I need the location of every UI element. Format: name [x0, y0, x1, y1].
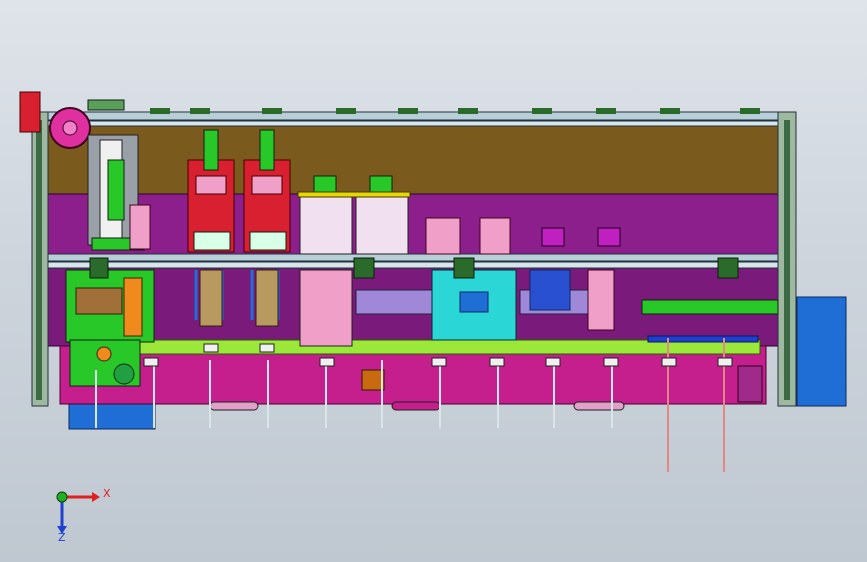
bottom-slot-left — [209, 401, 259, 411]
y-axis-origin-icon — [56, 491, 68, 503]
top-belt — [87, 99, 125, 111]
left-orange-knob — [96, 346, 112, 362]
right-green-conveyor — [641, 299, 779, 315]
orange-drop — [361, 369, 385, 391]
left-pink-block — [129, 204, 151, 250]
machine-assembly-drawing[interactable] — [0, 0, 867, 562]
magenta-gear-2 — [597, 227, 621, 247]
top-rail-lower — [47, 120, 783, 127]
red-cylinder-2-inner — [251, 175, 283, 195]
left-red-bracket — [19, 91, 41, 133]
blue-small-block — [459, 291, 489, 313]
red-cylinder-1-base — [193, 231, 231, 251]
red-cylinder-1-green — [203, 129, 219, 171]
coordinate-triad[interactable] — [56, 491, 100, 534]
cylinder-1-lower — [199, 269, 223, 327]
right-frame-post-dark — [784, 120, 790, 400]
pink-lower-stack — [299, 269, 353, 347]
upper-brown-panel — [37, 117, 783, 195]
left-frame-post-dark — [36, 120, 42, 400]
right-side-blue-plate — [796, 296, 847, 407]
red-cylinder-2-base — [249, 231, 287, 251]
bottom-slot-right — [573, 401, 625, 411]
left-tan-block — [75, 287, 123, 315]
cad-viewport[interactable]: X Z — [0, 0, 867, 562]
left-pink-pulley-hub — [62, 120, 78, 136]
bottom-blue-block — [68, 403, 156, 430]
left-round-cap — [113, 363, 135, 385]
cylinder-2-lower — [255, 269, 279, 327]
yellow-bar-top — [297, 191, 411, 198]
magenta-base-plate — [59, 345, 767, 405]
x-axis-label: X — [103, 487, 111, 500]
bottom-slot-middle — [391, 401, 441, 411]
white-cylinder-4 — [355, 193, 409, 255]
blue-block-right — [529, 269, 571, 311]
pink-box-1 — [425, 217, 461, 255]
x-axis-arrowhead — [92, 492, 100, 502]
left-column-green — [107, 159, 125, 221]
pink-cylinder-right — [587, 269, 615, 331]
right-blue-belt — [647, 335, 759, 343]
z-axis-label: Z — [58, 531, 66, 544]
left-orange-block — [123, 277, 143, 337]
pink-box-2 — [479, 217, 511, 255]
magenta-gear-1 — [541, 227, 565, 247]
red-cylinder-1-inner — [195, 175, 227, 195]
red-cylinder-2-green — [259, 129, 275, 171]
middle-rail-lower — [47, 261, 779, 269]
white-cylinder-3 — [299, 193, 353, 255]
middle-rail — [47, 253, 779, 262]
right-base-block — [737, 365, 763, 403]
